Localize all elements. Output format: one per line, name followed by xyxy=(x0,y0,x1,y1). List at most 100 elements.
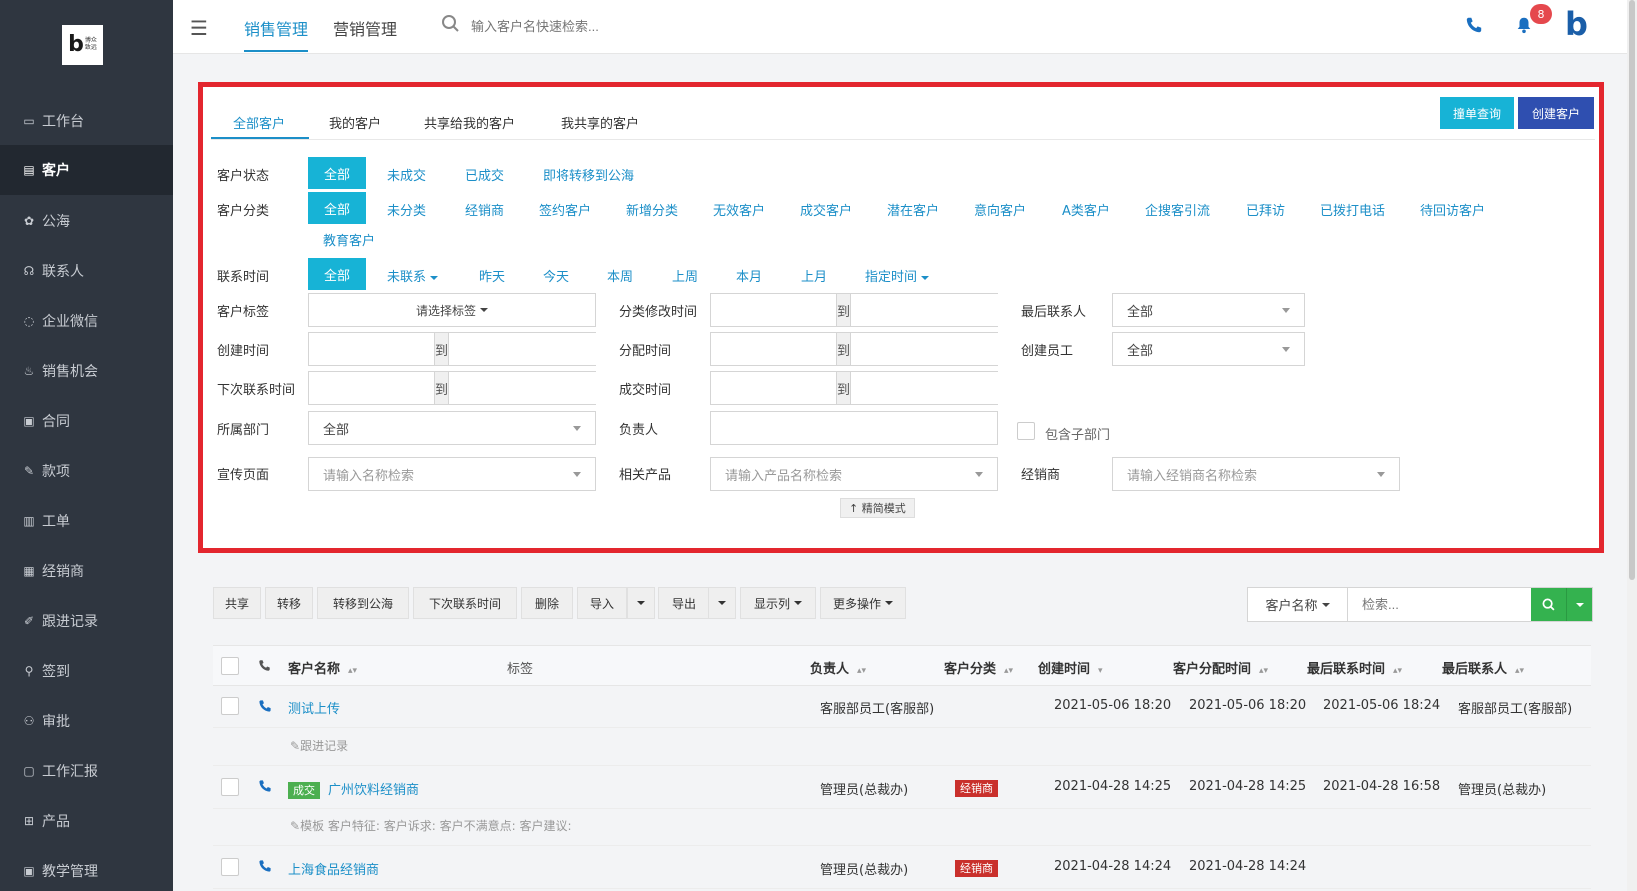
simple-mode-toggle[interactable]: ↑ 精简模式 xyxy=(840,498,915,518)
deal-time-end-input[interactable] xyxy=(851,372,1029,404)
sidebar-item-checkin[interactable]: ⚲ 签到 xyxy=(0,646,173,696)
followup-note[interactable]: ✎模板 客户特征: 客户诉求: 客户不满意点: 客户建议: xyxy=(290,817,572,834)
sidebar-item-payments[interactable]: ✎ 款项 xyxy=(0,446,173,496)
last-contact-person-select[interactable]: 全部 xyxy=(1112,293,1305,327)
category-chip[interactable]: 无效客户 xyxy=(713,200,765,219)
export-button[interactable]: 导出 xyxy=(658,587,710,619)
select-all-checkbox[interactable] xyxy=(221,657,239,675)
category-chip[interactable]: 成交客户 xyxy=(800,200,852,219)
row-checkbox[interactable] xyxy=(221,778,239,796)
category-chip[interactable]: 意向客户 xyxy=(974,200,1026,219)
create-time-start-input[interactable] xyxy=(309,333,434,365)
tab-my-customers[interactable]: 我的客户 xyxy=(329,113,381,132)
more-actions-button[interactable]: 更多操作 xyxy=(820,587,906,619)
category-chip[interactable]: A类客户 xyxy=(1062,200,1110,219)
contact-time-chip[interactable]: 本周 xyxy=(607,266,633,285)
phone-icon[interactable] xyxy=(1463,14,1485,36)
next-contact-start-input[interactable] xyxy=(309,372,434,404)
product-select[interactable]: 请输入产品名称检索 xyxy=(710,457,998,491)
th-owner[interactable]: 负责人 ▴▾ xyxy=(810,658,866,677)
dealer-select[interactable]: 请输入经销商名称检索 xyxy=(1112,457,1400,491)
category-modified-start-input[interactable] xyxy=(711,294,836,326)
sidebar-item-approval[interactable]: ⚇ 审批 xyxy=(0,696,173,746)
tag-select[interactable]: 请选择标签 xyxy=(308,293,596,327)
transfer-button[interactable]: 转移 xyxy=(265,587,313,619)
status-closed-chip[interactable]: 已成交 xyxy=(465,165,504,184)
th-last-contact[interactable]: 最后联系时间 ▴▾ xyxy=(1307,658,1402,677)
app-logo[interactable]: b 博众 致远 xyxy=(62,25,103,65)
owner-input[interactable] xyxy=(710,411,998,445)
category-chip[interactable]: 待回访客户 xyxy=(1420,200,1485,219)
contact-time-chip[interactable]: 上周 xyxy=(672,266,698,285)
sidebar-item-products[interactable]: ⊞ 产品 xyxy=(0,796,173,846)
th-assigned[interactable]: 客户分配时间 ▴▾ xyxy=(1173,658,1268,677)
list-search-button[interactable] xyxy=(1531,588,1566,621)
create-time-end-input[interactable] xyxy=(449,333,627,365)
scrollbar-thumb[interactable] xyxy=(1629,0,1635,580)
tab-shared-to-me[interactable]: 共享给我的客户 xyxy=(424,113,515,132)
brand-logo[interactable]: b xyxy=(1565,8,1588,40)
category-chip[interactable]: 已拨打电话 xyxy=(1320,200,1385,219)
sidebar-item-workbench[interactable]: ▭ 工作台 xyxy=(0,96,173,146)
category-chip[interactable]: 已拜访 xyxy=(1246,200,1285,219)
category-all-chip[interactable]: 全部 xyxy=(308,192,366,224)
import-dropdown[interactable] xyxy=(627,587,655,619)
create-customer-button[interactable]: 创建客户 xyxy=(1518,97,1594,129)
row-checkbox[interactable] xyxy=(221,858,239,876)
category-chip[interactable]: 企搜客引流 xyxy=(1145,200,1210,219)
sidebar-item-contracts[interactable]: ▣ 合同 xyxy=(0,396,173,446)
contact-time-chip[interactable]: 昨天 xyxy=(479,266,505,285)
assign-time-end-input[interactable] xyxy=(851,333,1029,365)
display-columns-button[interactable]: 显示列 xyxy=(740,587,816,619)
status-unclosed-chip[interactable]: 未成交 xyxy=(387,165,426,184)
sidebar-item-customer[interactable]: ▤ 客户 xyxy=(0,145,173,195)
contact-all-chip[interactable]: 全部 xyxy=(308,258,366,290)
menu-toggle-icon[interactable]: ☰ xyxy=(190,16,208,40)
category-chip[interactable]: 教育客户 xyxy=(323,230,375,249)
category-chip[interactable]: 经销商 xyxy=(465,200,504,219)
customer-name-link[interactable]: 广州饮料经销商 xyxy=(328,783,419,798)
category-chip[interactable]: 新增分类 xyxy=(626,200,678,219)
contact-time-chip[interactable]: 今天 xyxy=(543,266,569,285)
dept-select[interactable]: 全部 xyxy=(308,411,596,445)
contact-custom-time-chip[interactable]: 指定时间 xyxy=(865,266,930,285)
status-all-chip[interactable]: 全部 xyxy=(308,157,366,189)
category-modified-end-input[interactable] xyxy=(851,294,1029,326)
tab-all-customers[interactable]: 全部客户 xyxy=(233,113,285,132)
contact-time-chip[interactable]: 上月 xyxy=(801,266,827,285)
transfer-to-sea-button[interactable]: 转移到公海 xyxy=(317,587,409,619)
contact-time-chip[interactable]: 本月 xyxy=(736,266,762,285)
sidebar-item-wechat[interactable]: ◌ 企业微信 xyxy=(0,296,173,346)
row-checkbox[interactable] xyxy=(221,697,239,715)
list-search-input[interactable] xyxy=(1348,588,1531,621)
customer-name-link[interactable]: 测试上传 xyxy=(288,698,340,717)
th-customer-name[interactable]: 客户名称 ▴▾ xyxy=(288,658,357,677)
next-contact-button[interactable]: 下次联系时间 xyxy=(413,587,517,619)
sidebar-item-tickets[interactable]: ▥ 工单 xyxy=(0,496,173,546)
single-query-button[interactable]: 撞单查询 xyxy=(1440,97,1514,129)
delete-button[interactable]: 删除 xyxy=(521,587,573,619)
th-category[interactable]: 客户分类 ▴▾ xyxy=(944,658,1013,677)
th-created[interactable]: 创建时间 ▾ xyxy=(1038,658,1103,677)
global-search-input[interactable] xyxy=(471,15,731,37)
tab-shared-by-me[interactable]: 我共享的客户 xyxy=(561,113,639,132)
status-to-sea-chip[interactable]: 即将转移到公海 xyxy=(543,165,634,184)
sidebar-item-followups[interactable]: ✐ 跟进记录 xyxy=(0,596,173,646)
top-tab-sales[interactable]: 销售管理 xyxy=(244,16,309,52)
category-chip[interactable]: 签约客户 xyxy=(539,200,591,219)
contact-never-chip[interactable]: 未联系 xyxy=(387,266,439,285)
include-sub-dept-checkbox[interactable] xyxy=(1017,422,1035,440)
customer-name-link[interactable]: 上海食品经销商 xyxy=(288,859,379,878)
th-last-contact-person[interactable]: 最后联系人 ▴▾ xyxy=(1442,658,1524,677)
assign-time-start-input[interactable] xyxy=(711,333,836,365)
phone-icon[interactable] xyxy=(258,699,272,713)
search-field-select[interactable]: 客户名称 xyxy=(1248,588,1348,621)
export-dropdown[interactable] xyxy=(708,587,736,619)
phone-icon[interactable] xyxy=(258,779,272,793)
sidebar-item-opportunities[interactable]: ♨ 销售机会 xyxy=(0,346,173,396)
search-options-dropdown[interactable] xyxy=(1566,588,1592,621)
deal-time-start-input[interactable] xyxy=(711,372,836,404)
phone-icon[interactable] xyxy=(258,859,272,873)
sidebar-item-public-sea[interactable]: ✿ 公海 xyxy=(0,196,173,246)
top-tab-marketing[interactable]: 营销管理 xyxy=(333,16,397,40)
